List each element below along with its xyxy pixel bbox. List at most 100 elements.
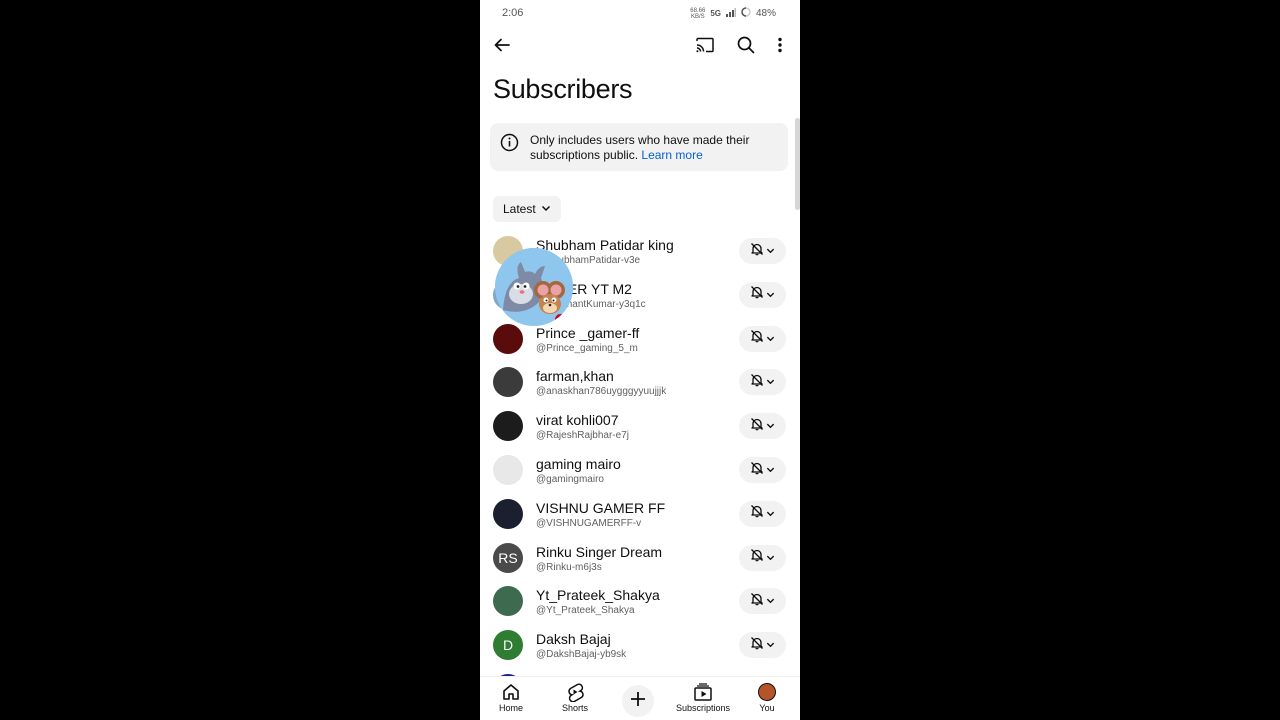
search-button[interactable]	[733, 34, 759, 60]
sort-dropdown[interactable]: Latest	[493, 196, 561, 222]
nav-shorts-label: Shorts	[561, 703, 588, 713]
chevron-down-icon	[766, 461, 775, 479]
subscriber-row[interactable]: gaming mairo @gamingmairo	[480, 449, 800, 493]
info-banner: Only includes users who have made their …	[490, 123, 788, 171]
subscriber-handle: @Yt_Prateek_Shakya	[536, 605, 635, 617]
subscriber-handle: @VISHNUGAMERFF-v	[536, 517, 642, 529]
recording-indicator	[555, 314, 566, 325]
notification-bell-button[interactable]	[739, 281, 786, 308]
subscriber-row[interactable]: virat kohli007 @RajeshRajbhar-e7j	[480, 405, 800, 449]
chevron-down-icon	[766, 417, 775, 435]
subscriber-avatar[interactable]	[493, 367, 523, 398]
bell-off-icon	[750, 285, 764, 304]
subscriber-name: Shubham Patidar king	[536, 237, 674, 253]
subscriber-handle: @RajeshRajbhar-e7j	[536, 430, 629, 442]
nav-subscriptions[interactable]: Subscriptions	[673, 681, 733, 713]
signal-icon	[725, 7, 736, 20]
nav-home-label: Home	[498, 703, 523, 713]
subscriber-name: Yt_Prateek_Shakya	[536, 587, 660, 604]
chevron-down-icon	[766, 330, 775, 348]
chevron-down-icon	[541, 202, 551, 216]
subscriber-avatar[interactable]	[493, 455, 523, 485]
notification-bell-button[interactable]	[739, 632, 786, 659]
chevron-down-icon	[766, 592, 775, 610]
chevron-down-icon	[766, 242, 775, 260]
plus-icon	[630, 691, 646, 712]
subscriber-handle: @anaskhan786uygggyyuujjjk	[536, 386, 667, 398]
subscriptions-icon	[673, 681, 733, 703]
info-icon	[500, 133, 519, 157]
bell-off-icon	[750, 417, 764, 436]
more-vertical-icon	[778, 37, 782, 58]
subscriber-handle: @Rinku-m6j3s	[536, 561, 602, 573]
notification-bell-button[interactable]	[739, 588, 786, 615]
bell-off-icon	[750, 242, 764, 261]
status-bar: 2:06 68.66 KB/S 5G 48%	[480, 0, 800, 26]
bell-off-icon	[750, 373, 764, 392]
subscriber-handle: @gamingmairo	[536, 474, 604, 485]
top-bar	[480, 32, 800, 62]
battery-icon	[741, 7, 751, 20]
notification-bell-button[interactable]	[739, 238, 786, 264]
subscriber-row[interactable]: VISHNU GAMER FF @VISHNUGAMERFF-v	[480, 493, 800, 537]
scrollbar[interactable]	[795, 118, 800, 210]
shorts-icon	[545, 681, 605, 703]
subscriber-name: Prince _gamer-ff	[536, 324, 640, 341]
chevron-down-icon	[766, 636, 775, 654]
nav-home[interactable]: Home	[481, 681, 541, 713]
subscriber-avatar[interactable]	[493, 411, 523, 442]
subscriber-name: Daksh Bajaj	[536, 631, 611, 648]
status-time: 2:06	[502, 7, 524, 19]
nav-you[interactable]: You	[737, 681, 797, 713]
subscriber-name: farman,khan	[536, 368, 614, 385]
bell-off-icon	[750, 504, 764, 523]
subscriber-row[interactable]: Yt_Prateek_Shakya @Yt_Prateek_Shakya	[480, 580, 800, 624]
subscriber-name: gaming mairo	[536, 456, 621, 472]
subscriber-avatar[interactable]	[493, 498, 523, 529]
network-type: 5G	[710, 9, 721, 18]
notification-bell-button[interactable]	[739, 325, 786, 352]
bell-off-icon	[750, 461, 764, 480]
subscriber-row[interactable]: D Daksh Bajaj @DakshBajaj-yb9sk	[480, 624, 800, 668]
subscriber-name: virat kohli007	[536, 412, 619, 429]
cast-button[interactable]	[692, 34, 718, 60]
notification-bell-button[interactable]	[739, 457, 786, 483]
miniplayer[interactable]	[495, 248, 573, 326]
notification-bell-button[interactable]	[739, 369, 786, 396]
subscriber-row[interactable]: farman,khan @anaskhan786uygggyyuujjjk	[480, 361, 800, 405]
chevron-down-icon	[766, 505, 775, 523]
nav-you-label: You	[759, 703, 775, 713]
chevron-down-icon	[766, 549, 775, 567]
bottom-nav: Home Shorts Subscriptions You	[480, 676, 800, 720]
more-options-button[interactable]	[767, 34, 793, 60]
subscriber-avatar[interactable]	[493, 586, 523, 617]
sort-label: Latest	[503, 202, 536, 216]
nav-subscriptions-label: Subscriptions	[675, 703, 731, 713]
battery-percent: 48%	[755, 8, 776, 19]
arrow-left-icon	[493, 36, 511, 59]
notification-bell-button[interactable]	[739, 500, 786, 527]
notification-bell-button[interactable]	[739, 544, 786, 571]
subscriber-avatar[interactable]: D	[493, 630, 523, 661]
page-title: Subscribers	[493, 74, 633, 104]
search-icon	[737, 36, 755, 59]
phone-screen: 2:06 68.66 KB/S 5G 48% Subscribers Only …	[480, 0, 800, 720]
cast-icon	[695, 37, 715, 58]
avatar-initials: D	[502, 637, 514, 654]
subscriber-avatar[interactable]	[493, 323, 523, 354]
home-icon	[481, 681, 541, 703]
profile-avatar	[737, 681, 797, 703]
avatar-initials: RS	[498, 549, 518, 566]
subscriber-row[interactable]: RS Rinku Singer Dream @Rinku-m6j3s	[480, 537, 800, 581]
info-text-block: Only includes users who have made their …	[530, 133, 780, 163]
learn-more-link[interactable]: Learn more	[641, 148, 702, 162]
subscriber-name: VISHNU GAMER FF	[536, 499, 666, 516]
back-button[interactable]	[489, 34, 515, 60]
subscriber-avatar[interactable]: RS	[493, 542, 523, 573]
nav-shorts[interactable]: Shorts	[545, 681, 605, 713]
create-button[interactable]	[622, 685, 654, 717]
notification-bell-button[interactable]	[739, 413, 786, 440]
bell-off-icon	[750, 329, 764, 348]
net-speed: 68.66 KB/S	[690, 7, 706, 20]
subscriber-handle: @DakshBajaj-yb9sk	[536, 649, 627, 661]
